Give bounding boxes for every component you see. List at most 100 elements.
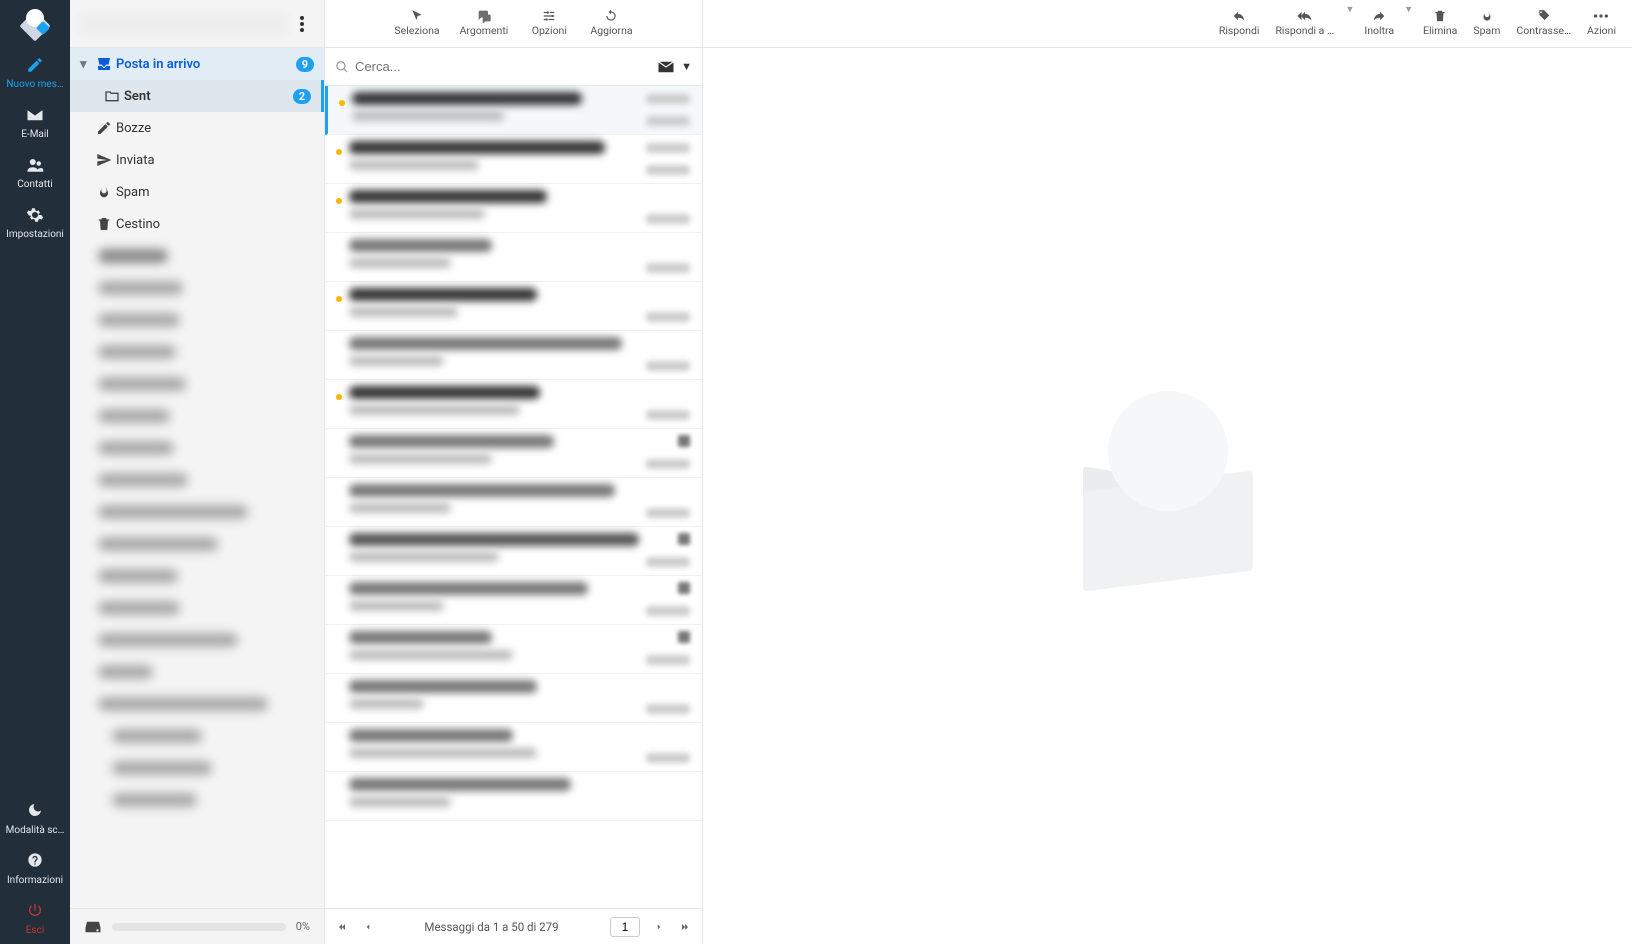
compose-button[interactable]: Nuovo mes… (0, 48, 70, 98)
reply-label: Rispondi (1219, 24, 1260, 37)
folder-redacted[interactable] (70, 752, 324, 784)
delete-button[interactable]: Elimina (1417, 4, 1463, 39)
select-button[interactable]: Seleziona (388, 4, 445, 39)
folder-sent-sub-label: Sent (124, 89, 293, 104)
folder-redacted[interactable] (70, 496, 324, 528)
pencil-icon (92, 120, 116, 136)
folder-spam[interactable]: Spam (70, 176, 324, 208)
message-item[interactable] (325, 674, 702, 723)
folder-sent[interactable]: Inviata (70, 144, 324, 176)
message-item[interactable] (325, 380, 702, 429)
fire-icon (92, 184, 116, 200)
message-item[interactable] (325, 772, 702, 821)
search-input[interactable] (355, 59, 657, 74)
message-item[interactable] (325, 184, 702, 233)
storage-percent: 0% (296, 920, 310, 933)
sliders-icon (528, 6, 570, 24)
paper-plane-icon (92, 152, 116, 168)
folder-redacted[interactable] (70, 400, 324, 432)
folder-redacted[interactable] (70, 624, 324, 656)
question-icon (2, 852, 68, 872)
message-item[interactable] (325, 429, 702, 478)
nav-settings[interactable]: Impostazioni (0, 198, 70, 248)
viewer-panel: Rispondi Rispondi a t… ▼ Inoltra ▼ Elimi… (703, 0, 1632, 944)
pager-first-button[interactable] (335, 919, 349, 934)
trash-icon (1423, 6, 1457, 24)
forward-button[interactable]: Inoltra (1358, 4, 1400, 39)
folder-inbox[interactable]: ▾ Posta in arrivo 9 (70, 48, 324, 80)
search-dropdown-icon[interactable]: ▼ (681, 60, 692, 73)
pager-next-button[interactable] (654, 919, 664, 934)
folder-panel: ▾ Posta in arrivo 9 Sent 2 Bozze Inviata (70, 0, 325, 944)
kebab-icon (300, 16, 304, 32)
account-header (70, 0, 324, 48)
mark-button[interactable]: Contrasse… (1510, 4, 1577, 39)
reply-icon (1219, 6, 1260, 24)
nav-contacts-label: Contatti (2, 179, 68, 190)
message-list[interactable] (325, 86, 702, 908)
folder-redacted[interactable] (70, 784, 324, 816)
select-label: Seleziona (394, 24, 439, 37)
message-item[interactable] (325, 331, 702, 380)
message-item[interactable] (325, 576, 702, 625)
folder-redacted[interactable] (70, 368, 324, 400)
folder-redacted[interactable] (70, 688, 324, 720)
refresh-icon (590, 6, 632, 24)
pager: Messaggi da 1 a 50 di 279 (325, 908, 702, 944)
folder-redacted[interactable] (70, 528, 324, 560)
forward-caret[interactable]: ▼ (1404, 4, 1413, 15)
reply-all-caret[interactable]: ▼ (1345, 4, 1354, 15)
viewer-toolbar: Rispondi Rispondi a t… ▼ Inoltra ▼ Elimi… (703, 0, 1632, 48)
tag-icon (1516, 6, 1571, 24)
folder-trash[interactable]: Cestino (70, 208, 324, 240)
nav-info[interactable]: Informazioni (0, 844, 70, 894)
folder-redacted[interactable] (70, 336, 324, 368)
folder-redacted[interactable] (70, 432, 324, 464)
power-icon (2, 902, 68, 922)
nav-contacts[interactable]: Contatti (0, 148, 70, 198)
folder-redacted[interactable] (70, 592, 324, 624)
trash-icon (92, 216, 116, 232)
folder-redacted[interactable] (70, 464, 324, 496)
refresh-button[interactable]: Aggiorna (584, 4, 638, 39)
folder-redacted[interactable] (70, 720, 324, 752)
pager-page-input[interactable] (610, 917, 640, 937)
app-logo (0, 0, 70, 48)
account-name-redacted (78, 13, 288, 35)
message-item[interactable] (325, 478, 702, 527)
folder-redacted[interactable] (70, 272, 324, 304)
threads-button[interactable]: Argomenti (454, 4, 515, 39)
folder-redacted[interactable] (70, 304, 324, 336)
folder-drafts[interactable]: Bozze (70, 112, 324, 144)
moon-icon (2, 802, 68, 822)
folder-sent-label: Inviata (116, 153, 314, 168)
folder-sent-sub[interactable]: Sent 2 (70, 80, 324, 112)
options-button[interactable]: Opzioni (522, 4, 576, 39)
reply-all-button[interactable]: Rispondi a t… (1269, 4, 1341, 39)
message-item[interactable] (325, 527, 702, 576)
nav-email[interactable]: E-Mail (0, 98, 70, 148)
pager-last-button[interactable] (678, 919, 692, 934)
spam-label: Spam (1473, 24, 1500, 37)
actions-button[interactable]: Azioni (1581, 4, 1622, 39)
message-item[interactable] (325, 625, 702, 674)
folder-redacted[interactable] (70, 240, 324, 272)
message-item[interactable] (325, 723, 702, 772)
message-item[interactable] (325, 233, 702, 282)
account-menu-button[interactable] (288, 13, 316, 34)
folder-redacted[interactable] (70, 656, 324, 688)
spam-button[interactable]: Spam (1467, 4, 1506, 39)
nav-darkmode-label: Modalità sc… (2, 825, 68, 836)
nav-logout[interactable]: Esci (0, 894, 70, 944)
folder-redacted[interactable] (70, 560, 324, 592)
pager-prev-button[interactable] (363, 919, 373, 934)
search-scope-icon[interactable] (657, 59, 675, 74)
nav-darkmode[interactable]: Modalità sc… (0, 794, 70, 844)
folder-sent-sub-count: 2 (293, 89, 311, 104)
reply-button[interactable]: Rispondi (1213, 4, 1266, 39)
message-item[interactable] (325, 282, 702, 331)
nav-logout-label: Esci (2, 925, 68, 936)
message-item[interactable] (325, 135, 702, 184)
message-item[interactable] (325, 86, 702, 135)
logo-icon (20, 9, 50, 39)
